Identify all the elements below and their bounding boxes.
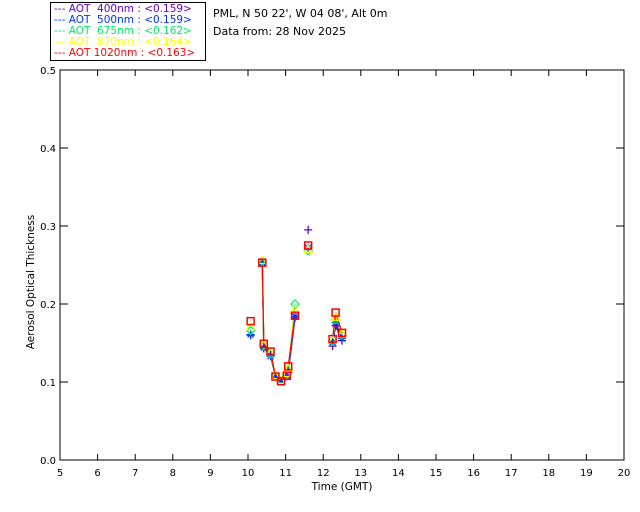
y-tick-label: 0.1 xyxy=(40,378,56,389)
x-tick-label: 19 xyxy=(580,468,593,479)
x-tick-label: 20 xyxy=(618,468,631,479)
x-tick-label: 7 xyxy=(132,468,138,479)
x-tick-label: 5 xyxy=(57,468,63,479)
chart: --- AOT 400nm : <0.159> --- AOT 500nm : <… xyxy=(0,0,640,512)
y-tick-label: 0.3 xyxy=(40,222,56,233)
x-tick-label: 10 xyxy=(242,468,255,479)
y-tick-label: 0.0 xyxy=(40,456,56,467)
x-tick-label: 14 xyxy=(392,468,405,479)
x-tick-label: 18 xyxy=(542,468,555,479)
x-tick-label: 15 xyxy=(430,468,443,479)
x-tick-label: 16 xyxy=(467,468,480,479)
x-axis-label: Time (GMT) xyxy=(311,481,373,493)
y-tick-label: 0.2 xyxy=(40,300,56,311)
plot-frame xyxy=(59,69,625,461)
x-tick-label: 9 xyxy=(207,468,213,479)
x-tick-label: 6 xyxy=(94,468,100,479)
x-tick-label: 11 xyxy=(279,468,292,479)
y-tick-label: 0.4 xyxy=(40,144,56,155)
x-tick-label: 8 xyxy=(170,468,176,479)
x-tick-label: 12 xyxy=(317,468,330,479)
plot-area: Time (GMT) Aerosol Optical Thickness 5 6 7… xyxy=(25,66,631,493)
data-point-plus xyxy=(304,225,313,234)
y-axis-label: Aerosol Optical Thickness xyxy=(25,215,37,349)
y-tick-label: 0.5 xyxy=(40,66,56,77)
x-tick-label: 13 xyxy=(354,468,367,479)
x-tick-label: 17 xyxy=(505,468,518,479)
